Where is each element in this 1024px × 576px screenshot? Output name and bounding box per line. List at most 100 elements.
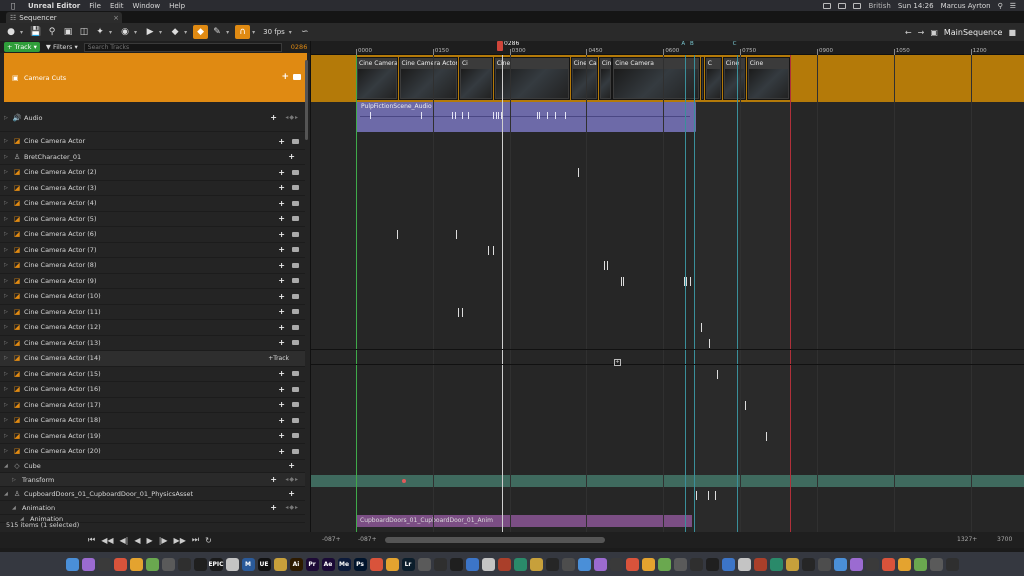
dock-app-icon[interactable] bbox=[705, 557, 719, 571]
add-track-icon[interactable]: + bbox=[278, 369, 285, 378]
dock-app-icon[interactable] bbox=[913, 557, 927, 571]
wrench-icon[interactable]: ✦ bbox=[93, 25, 107, 39]
dock-app-icon[interactable] bbox=[513, 557, 527, 571]
pencil-icon[interactable]: ✎ bbox=[210, 25, 224, 39]
playhead-handle[interactable] bbox=[497, 41, 503, 51]
camera-cuts-lane[interactable]: Cine CameraCine Camera ActorCiCineCine C… bbox=[311, 55, 1024, 102]
step-forward-key-icon[interactable]: ▶▶ bbox=[174, 536, 186, 545]
camera-cuts-track[interactable]: ▣ Camera Cuts + bbox=[4, 53, 307, 102]
dock-app-icon[interactable] bbox=[481, 557, 495, 571]
add-track-icon[interactable]: + bbox=[278, 276, 285, 285]
expand-arrow-icon[interactable]: ▷ bbox=[4, 185, 12, 191]
add-camera-cut-icon[interactable]: + bbox=[281, 72, 289, 82]
timeline-area[interactable]: 0000 0150 0300 0450 0600 0750 0900 1050 1200 028… bbox=[311, 41, 1024, 532]
snap-magnet-icon[interactable]: ∩ bbox=[235, 25, 251, 39]
dock-app-ae[interactable]: Ae bbox=[321, 557, 335, 571]
dock-app-icon[interactable] bbox=[881, 557, 895, 571]
camera-cut-section[interactable]: Ci bbox=[458, 57, 494, 100]
camera-icon[interactable] bbox=[292, 138, 299, 144]
track-row-camera[interactable]: ▷ ◪ Cine Camera Actor (18) + bbox=[0, 413, 305, 429]
camera-icon[interactable] bbox=[292, 386, 299, 392]
user-menu[interactable]: Marcus Ayrton bbox=[941, 2, 991, 10]
add-key-icon[interactable]: + bbox=[614, 359, 621, 366]
camera-cut-section[interactable]: Cine Camera bbox=[612, 57, 701, 100]
camera-icon[interactable] bbox=[292, 371, 299, 377]
dock-app-icon[interactable] bbox=[593, 557, 607, 571]
clapper-icon[interactable]: ◫ bbox=[77, 25, 91, 39]
play-reverse-icon[interactable]: ◀ bbox=[134, 536, 140, 545]
expand-arrow-icon[interactable]: ▷ bbox=[4, 433, 12, 439]
camera-cut-section[interactable]: Cine bbox=[746, 57, 791, 100]
expand-arrow-icon[interactable]: ▷ bbox=[4, 355, 12, 361]
add-track-button[interactable]: +Track bbox=[268, 355, 289, 362]
dock-app-icon[interactable] bbox=[369, 557, 383, 571]
dock-app-icon[interactable] bbox=[129, 557, 143, 571]
dock-app-icon[interactable] bbox=[657, 557, 671, 571]
expand-arrow-icon[interactable]: ▷ bbox=[4, 324, 12, 330]
add-track-icon[interactable]: + bbox=[278, 400, 285, 409]
camera-cut-section[interactable]: Cine Camera bbox=[356, 57, 398, 100]
keyframe-nav-icon[interactable]: ◂◆▸ bbox=[285, 114, 299, 121]
menu-help[interactable]: Help bbox=[169, 2, 185, 10]
add-track-icon[interactable]: + bbox=[278, 447, 285, 456]
keyframe-marker[interactable] bbox=[709, 338, 711, 348]
dock-app-icon[interactable] bbox=[97, 557, 111, 571]
keyframe-marker[interactable] bbox=[765, 431, 767, 441]
world-icon[interactable]: ● bbox=[4, 25, 18, 39]
eye-icon[interactable]: ◉ bbox=[118, 25, 132, 39]
expand-arrow-icon[interactable]: ▷ bbox=[4, 386, 12, 392]
expand-arrow-icon[interactable]: ▷ bbox=[4, 262, 12, 268]
track-row-camera[interactable]: ▷ ◪ Cine Camera Actor (12) + bbox=[0, 320, 305, 336]
time-ruler[interactable]: 0000 0150 0300 0450 0600 0750 0900 1050 1200 bbox=[311, 41, 1024, 55]
camera-icon[interactable] bbox=[292, 340, 299, 346]
camera-icon[interactable] bbox=[293, 74, 301, 80]
dock-app-icon[interactable] bbox=[609, 557, 623, 571]
search-tracks-input[interactable]: Search Tracks bbox=[83, 42, 282, 52]
dock-app-icon[interactable] bbox=[689, 557, 703, 571]
sequence-options-icon[interactable]: ■ bbox=[1008, 28, 1016, 37]
add-track-icon[interactable]: + bbox=[278, 323, 285, 332]
dock-app-epic[interactable]: EPIC bbox=[208, 557, 224, 571]
dock-app-icon[interactable] bbox=[897, 557, 911, 571]
apple-icon[interactable]:  bbox=[6, 2, 20, 10]
keyframe-marker[interactable] bbox=[603, 261, 605, 270]
expand-arrow-icon[interactable]: ◢ bbox=[4, 491, 12, 497]
menu-window[interactable]: Window bbox=[133, 2, 161, 10]
back-arrow-icon[interactable]: ← bbox=[905, 28, 912, 37]
keyframe-nav-icon[interactable]: ◂◆▸ bbox=[285, 476, 299, 483]
track-row-cube[interactable]: ◢ ◇ Cube + bbox=[0, 459, 305, 473]
camera-icon[interactable] bbox=[292, 293, 299, 299]
expand-arrow-icon[interactable]: ▷ bbox=[4, 402, 12, 408]
track-row-character[interactable]: ▷ ♙ BretCharacter_01 + bbox=[0, 150, 305, 165]
dock-app-icon[interactable] bbox=[417, 557, 431, 571]
expand-arrow-icon[interactable]: ▷ bbox=[4, 278, 12, 284]
track-row-transform[interactable]: ▷ Transform + ◂◆▸ bbox=[0, 473, 305, 487]
expand-arrow-icon[interactable]: ▷ bbox=[4, 340, 12, 346]
keyframe-marker[interactable] bbox=[577, 168, 579, 177]
chevron-down-icon[interactable]: ▾ bbox=[289, 29, 292, 36]
camera-icon[interactable] bbox=[292, 417, 299, 423]
track-row-camera[interactable]: ▷ ◪ Cine Camera Actor (2) + bbox=[0, 165, 305, 181]
status-icon[interactable] bbox=[838, 2, 847, 9]
dock-app-icon[interactable] bbox=[721, 557, 735, 571]
camera-icon[interactable] bbox=[292, 216, 299, 222]
expand-arrow-icon[interactable]: ▷ bbox=[12, 477, 20, 483]
dock-app-icon[interactable] bbox=[113, 557, 127, 571]
keyframe-marker[interactable] bbox=[686, 276, 688, 286]
chevron-down-icon[interactable]: ▾ bbox=[184, 29, 187, 36]
dock-app-icon[interactable] bbox=[929, 557, 943, 571]
outliner-scrollbar[interactable] bbox=[305, 60, 308, 140]
dock-app-icon[interactable] bbox=[177, 557, 191, 571]
track-row-camera[interactable]: ▷ ◪ Cine Camera Actor (16) + bbox=[0, 382, 305, 398]
language-menu[interactable]: British bbox=[868, 2, 890, 10]
dock-app-icon[interactable] bbox=[561, 557, 575, 571]
camera-icon[interactable] bbox=[292, 247, 299, 253]
track-row-audio[interactable]: ▷ 🔊 Audio + ◂◆▸ bbox=[0, 104, 305, 132]
keyframe-marker[interactable] bbox=[700, 323, 702, 332]
dock-app-icon[interactable] bbox=[737, 557, 751, 571]
expand-arrow-icon[interactable]: ▷ bbox=[4, 200, 12, 206]
expand-arrow-icon[interactable]: ▷ bbox=[4, 115, 12, 121]
sequence-name[interactable]: MainSequence bbox=[944, 28, 1003, 37]
dock-app-icon[interactable] bbox=[753, 557, 767, 571]
expand-arrow-icon[interactable]: ▷ bbox=[4, 247, 12, 253]
